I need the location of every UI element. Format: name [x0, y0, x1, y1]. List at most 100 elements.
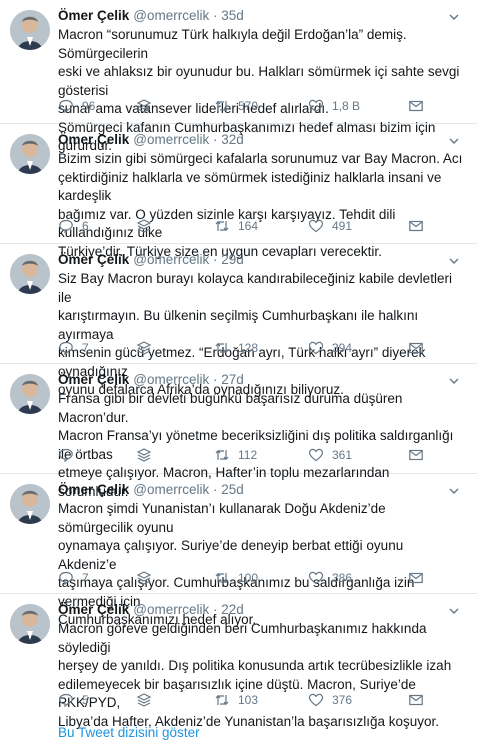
reply-icon	[59, 693, 73, 708]
stack-share-icon	[136, 693, 152, 707]
message-button[interactable]	[408, 338, 432, 358]
message-button[interactable]	[408, 690, 432, 710]
reply-button[interactable]	[58, 445, 82, 465]
tweet-timeline: Ömer Çelik @omerrcelik · 35d Macron “soru…	[0, 0, 477, 744]
author-name[interactable]: Ömer Çelik	[58, 372, 129, 387]
reply-icon	[59, 448, 73, 463]
avatar[interactable]	[10, 484, 50, 524]
heart-icon	[308, 341, 324, 355]
tweet[interactable]: Ömer Çelik @omerrcelik · 22d Macron görev…	[0, 594, 477, 729]
show-thread-link[interactable]: Bu Tweet dizisini göster	[58, 725, 200, 740]
reply-button[interactable]: 96	[58, 96, 95, 116]
avatar[interactable]	[10, 374, 50, 414]
like-button[interactable]: 386	[308, 568, 352, 588]
reply-button[interactable]: 5	[58, 690, 89, 710]
like-button[interactable]: 361	[308, 445, 352, 465]
retweet-button[interactable]: 103	[214, 690, 258, 710]
chevron-down-icon[interactable]	[447, 374, 461, 388]
tweet-time[interactable]: 29d	[221, 252, 244, 267]
chevron-down-icon[interactable]	[447, 10, 461, 24]
tweet-actions: 5 103 376	[58, 690, 467, 710]
author-name[interactable]: Ömer Çelik	[58, 8, 129, 23]
tweet[interactable]: Ömer Çelik @omerrcelik · 27d Fransa gibi …	[0, 364, 477, 499]
reply-icon	[59, 571, 73, 586]
chevron-down-icon[interactable]	[447, 484, 461, 498]
retweet-button[interactable]: 164	[214, 216, 258, 236]
like-count: 1,8 B	[332, 99, 361, 113]
reply-icon	[59, 99, 73, 114]
retweet-icon	[215, 572, 229, 584]
share-button[interactable]	[136, 216, 160, 236]
like-count: 361	[332, 448, 353, 462]
retweet-button[interactable]: 100	[214, 568, 258, 588]
heart-icon	[308, 693, 324, 707]
author-handle[interactable]: @omerrcelik	[133, 372, 209, 387]
like-count: 386	[332, 571, 353, 585]
share-button[interactable]	[136, 690, 160, 710]
heart-icon	[308, 99, 324, 113]
tweet[interactable]: Ömer Çelik @omerrcelik · 35d Macron “soru…	[0, 0, 477, 153]
retweet-count: 103	[238, 693, 259, 707]
share-button[interactable]	[136, 568, 160, 588]
stack-share-icon	[136, 219, 152, 233]
tweet-time[interactable]: 32d	[221, 132, 244, 147]
retweet-button[interactable]: 128	[214, 338, 258, 358]
tweet-time[interactable]: 22d	[221, 602, 244, 617]
envelope-icon	[409, 694, 423, 706]
like-count: 491	[332, 219, 353, 233]
envelope-icon	[409, 220, 423, 232]
like-count: 394	[332, 341, 353, 355]
retweet-count: 128	[238, 341, 259, 355]
retweet-count: 570	[238, 99, 259, 113]
message-button[interactable]	[408, 568, 432, 588]
author-handle[interactable]: @omerrcelik	[133, 482, 209, 497]
tweet[interactable]: Ömer Çelik @omerrcelik · 25d Macron şimdi…	[0, 474, 477, 627]
heart-icon	[308, 219, 324, 233]
reply-button[interactable]: 7	[58, 338, 89, 358]
author-name[interactable]: Ömer Çelik	[58, 482, 129, 497]
stack-share-icon	[136, 448, 152, 462]
reply-button[interactable]: 7	[58, 568, 89, 588]
retweet-button[interactable]: 570	[214, 96, 258, 116]
reply-icon	[59, 219, 73, 234]
like-button[interactable]: 376	[308, 690, 352, 710]
author-name[interactable]: Ömer Çelik	[58, 602, 129, 617]
tweet-time[interactable]: 25d	[221, 482, 244, 497]
author-handle[interactable]: @omerrcelik	[133, 602, 209, 617]
like-count: 376	[332, 693, 353, 707]
tweet-time[interactable]: 27d	[221, 372, 244, 387]
chevron-down-icon[interactable]	[447, 254, 461, 268]
message-button[interactable]	[408, 216, 432, 236]
like-button[interactable]: 1,8 B	[308, 96, 360, 116]
reply-count: 7	[82, 571, 89, 585]
retweet-button[interactable]: 112	[214, 445, 257, 465]
retweet-icon	[215, 342, 229, 354]
stack-share-icon	[136, 341, 152, 355]
tweet-time[interactable]: 35d	[221, 8, 244, 23]
author-handle[interactable]: @omerrcelik	[133, 8, 209, 23]
share-button[interactable]	[136, 445, 160, 465]
reply-button[interactable]: 6	[58, 216, 89, 236]
tweet[interactable]: Ömer Çelik @omerrcelik · 29d Siz Bay Macr…	[0, 244, 477, 397]
author-handle[interactable]: @omerrcelik	[133, 132, 209, 147]
tweet[interactable]: Ömer Çelik @omerrcelik · 32d Bizim sizin …	[0, 124, 477, 259]
avatar[interactable]	[10, 254, 50, 294]
like-button[interactable]: 394	[308, 338, 352, 358]
author-handle[interactable]: @omerrcelik	[133, 252, 209, 267]
reply-count: 7	[82, 341, 89, 355]
avatar[interactable]	[10, 604, 50, 644]
chevron-down-icon[interactable]	[447, 134, 461, 148]
tweet-actions: 6 164 491	[58, 216, 467, 236]
message-button[interactable]	[408, 445, 432, 465]
avatar[interactable]	[10, 134, 50, 174]
avatar[interactable]	[10, 10, 50, 50]
author-name[interactable]: Ömer Çelik	[58, 252, 129, 267]
message-button[interactable]	[408, 96, 432, 116]
chevron-down-icon[interactable]	[447, 604, 461, 618]
share-button[interactable]	[136, 338, 160, 358]
author-name[interactable]: Ömer Çelik	[58, 132, 129, 147]
like-button[interactable]: 491	[308, 216, 352, 236]
reply-count: 5	[82, 693, 89, 707]
share-button[interactable]	[136, 96, 160, 116]
heart-icon	[308, 571, 324, 585]
